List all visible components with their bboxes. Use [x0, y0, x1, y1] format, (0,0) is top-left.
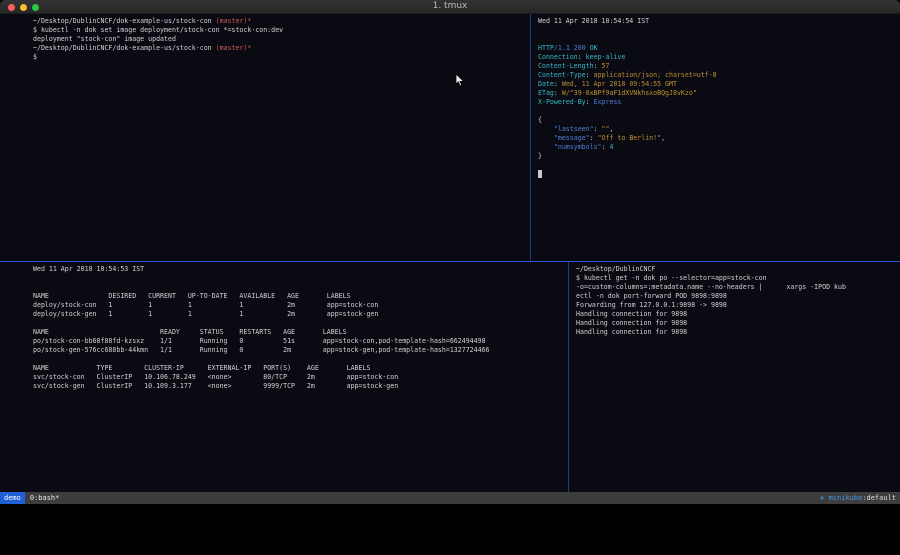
terminal-line: } — [538, 152, 898, 161]
terminal-line — [538, 35, 898, 44]
terminal-line: Wed 11 Apr 2018 10:54:54 IST — [538, 17, 898, 26]
terminal-line — [538, 170, 898, 179]
terminal-line: -o=custom-columns=:metadata.name --no-he… — [576, 283, 898, 292]
terminal-line: svc/stock-gen ClusterIP 10.109.3.177 <no… — [33, 382, 566, 391]
terminal-line: ~/Desktop/DublinCNCF/dok-example-us/stoc… — [33, 17, 528, 26]
screen: 1. tmux ~/Desktop/DublinCNCF/dok-example… — [0, 0, 900, 555]
terminal-line: $ — [33, 53, 528, 62]
terminal-line — [33, 274, 566, 283]
terminal-line — [33, 283, 566, 292]
pane-bottom-right-port-forward[interactable]: ~/Desktop/DublinCNCF$ kubectl get -n dok… — [569, 262, 900, 492]
terminal-line — [538, 26, 898, 35]
session-name-badge[interactable]: demo — [0, 492, 25, 504]
window-title: 1. tmux — [0, 0, 900, 13]
terminal-line: HTTP/1.1 200 OK — [538, 44, 898, 53]
terminal-line — [33, 319, 566, 328]
terminal-line: Handling connection for 9898 — [576, 328, 898, 337]
terminal-line: deploy/stock-gen 1 1 1 1 2m app=stock-ge… — [33, 310, 566, 319]
kube-namespace: :default — [862, 494, 896, 502]
terminal-line — [33, 355, 566, 364]
terminal-line: ectl -n dok port-forward POD 9898:9898 — [576, 292, 898, 301]
terminal-line: po/stock-con-bb68f88fd-kzsxz 1/1 Running… — [33, 337, 566, 346]
window-titlebar: 1. tmux — [0, 0, 900, 14]
terminal-line: ~/Desktop/DublinCNCF — [576, 265, 898, 274]
terminal-line: $ kubectl get -n dok po --selector=app=s… — [576, 274, 898, 283]
terminal-line: Handling connection for 9898 — [576, 310, 898, 319]
terminal-line: Wed 11 Apr 2018 10:54:53 IST — [33, 265, 566, 274]
terminal-line: "numsymbols": 4 — [538, 143, 898, 152]
fullscreen-button[interactable] — [32, 4, 39, 11]
terminal-line: po/stock-gen-576cc688bb-44kmn 1/1 Runnin… — [33, 346, 566, 355]
terminal-line: ~/Desktop/DublinCNCF/dok-example-us/stoc… — [33, 44, 528, 53]
tmux-status-bar: demo 0:bash* ⎈ minikube:default — [0, 492, 900, 504]
terminal-line: deploy/stock-con 1 1 1 1 2m app=stock-co… — [33, 301, 566, 310]
terminal-line: $ kubectl -n dok set image deployment/st… — [33, 26, 528, 35]
terminal-line: svc/stock-con ClusterIP 10.106.78.249 <n… — [33, 373, 566, 382]
close-button[interactable] — [8, 4, 15, 11]
terminal-line — [538, 161, 898, 170]
kube-status: ⎈ minikube:default — [820, 492, 900, 504]
terminal-line: Date: Wed, 11 Apr 2018 09:54:55 GMT — [538, 80, 898, 89]
terminal-line: NAME READY STATUS RESTARTS AGE LABELS — [33, 328, 566, 337]
terminal-line: ETag: W/"39-0xBPf9aF1dXVNkhsxoBQgJ8vKzo" — [538, 89, 898, 98]
terminal-line: Connection: keep-alive — [538, 53, 898, 62]
pane-top-right-http-response[interactable]: Wed 11 Apr 2018 10:54:54 IST HTTP/1.1 200… — [531, 14, 900, 261]
terminal-line: Content-Length: 57 — [538, 62, 898, 71]
pane-top-left-shell[interactable]: ~/Desktop/DublinCNCF/dok-example-us/stoc… — [0, 14, 530, 261]
terminal-line: X-Powered-By: Express — [538, 98, 898, 107]
kube-context-name: minikube — [829, 494, 863, 502]
terminal-line: "lastseen": "", — [538, 125, 898, 134]
helm-wheel-icon: ⎈ — [820, 494, 824, 502]
window-controls — [8, 4, 39, 11]
pane-bottom-left-kubectl-watch[interactable]: Wed 11 Apr 2018 10:54:53 IST NAME DESIRED… — [0, 262, 568, 492]
mouse-pointer-cursor — [455, 74, 465, 87]
terminal-line: NAME TYPE CLUSTER-IP EXTERNAL-IP PORT(S)… — [33, 364, 566, 373]
terminal-line: Content-Type: application/json; charset=… — [538, 71, 898, 80]
terminal-line: deployment "stock-con" image updated — [33, 35, 528, 44]
status-bar-left: demo 0:bash* — [0, 492, 64, 504]
terminal-line: Handling connection for 9898 — [576, 319, 898, 328]
window-tab-bash[interactable]: 0:bash* — [25, 492, 65, 504]
terminal-line: NAME DESIRED CURRENT UP-TO-DATE AVAILABL… — [33, 292, 566, 301]
minimize-button[interactable] — [20, 4, 27, 11]
terminal-line: Forwarding from 127.0.0.1:9898 -> 9898 — [576, 301, 898, 310]
terminal-line — [538, 107, 898, 116]
terminal-line: "message": "Off to Berlin!", — [538, 134, 898, 143]
terminal-line: { — [538, 116, 898, 125]
tmux-terminal: ~/Desktop/DublinCNCF/dok-example-us/stoc… — [0, 14, 900, 492]
